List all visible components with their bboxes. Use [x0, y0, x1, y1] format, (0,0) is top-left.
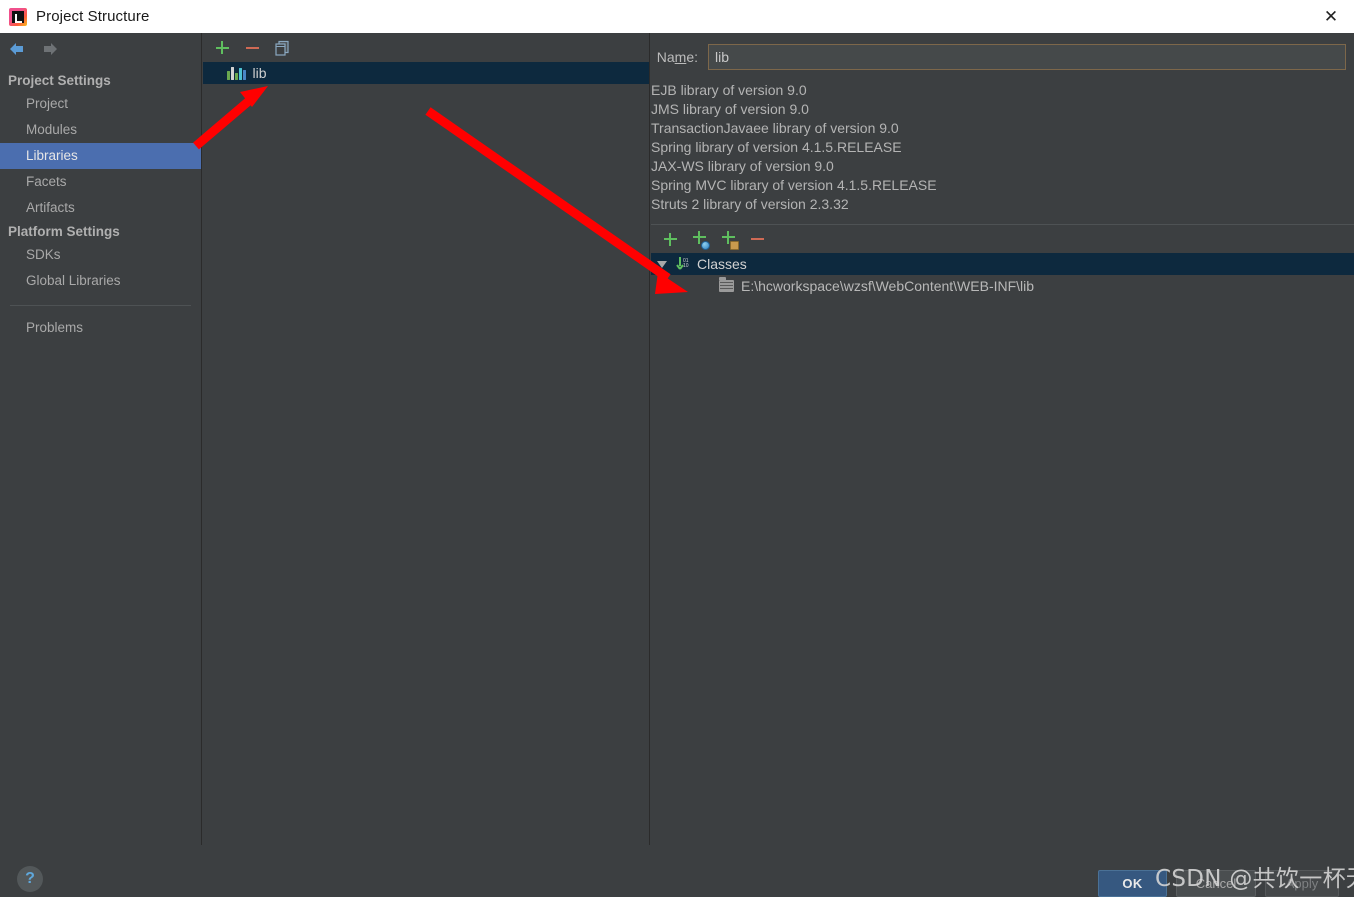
title-bar: Project Structure ✕	[0, 0, 1354, 33]
chevron-down-icon[interactable]	[657, 260, 667, 268]
library-description: JMS library of version 9.0	[651, 101, 809, 117]
name-label: Name:	[656, 48, 698, 65]
roots-toolbar	[651, 225, 1354, 253]
libraries-list-panel: lib	[203, 33, 650, 845]
library-description: Spring MVC library of version 4.1.5.RELE…	[651, 177, 937, 193]
name-field-row: Name:	[651, 39, 1354, 74]
sidebar-item-sdks[interactable]: SDKs	[0, 242, 201, 268]
library-description: TransactionJavaee library of version 9.0	[651, 120, 899, 136]
ok-button[interactable]: OK	[1098, 870, 1167, 897]
sidebar-item-project[interactable]: Project	[0, 91, 201, 117]
svg-text:10: 10	[683, 263, 689, 269]
apply-button[interactable]: Apply	[1265, 870, 1339, 897]
list-item-label: lib	[252, 65, 267, 81]
tree-node-label: Classes	[697, 256, 747, 272]
sidebar-item-modules[interactable]: Modules	[0, 117, 201, 143]
sidebar-item-problems[interactable]: Problems	[0, 315, 201, 341]
library-description: JAX-WS library of version 9.0	[651, 158, 834, 174]
library-description: Spring library of version 4.1.5.RELEASE	[651, 139, 902, 155]
archive-icon	[730, 241, 739, 250]
tree-node-path-label: E:\hcworkspace\wzsf\WebContent\WEB-INF\l…	[741, 278, 1035, 294]
cancel-button[interactable]: Cancel	[1176, 870, 1256, 897]
folder-icon	[719, 277, 734, 292]
sidebar: Project Settings Project Modules Librari…	[0, 33, 202, 845]
sidebar-group-platform-settings: Platform Settings	[8, 224, 120, 239]
library-editor-panel: Name: EJB library of version 9.0 JMS lib…	[651, 33, 1354, 845]
back-arrow-icon[interactable]	[7, 41, 27, 57]
library-roots-tree: 01 10 Classes E:\hcworkspace\wzsf\WebCon…	[651, 253, 1354, 297]
name-input[interactable]	[708, 43, 1346, 70]
list-item[interactable]: lib	[203, 62, 649, 84]
sidebar-item-artifacts[interactable]: Artifacts	[0, 195, 201, 221]
tree-node-path[interactable]: E:\hcworkspace\wzsf\WebContent\WEB-INF\l…	[651, 275, 1354, 297]
close-icon[interactable]: ✕	[1308, 0, 1354, 33]
help-button[interactable]: ?	[17, 866, 43, 892]
attach-jar-directories-button[interactable]	[718, 229, 739, 250]
add-root-from-url-button[interactable]	[689, 229, 710, 250]
window-title: Project Structure	[36, 8, 150, 25]
forward-arrow-icon[interactable]	[40, 41, 60, 57]
globe-icon	[701, 241, 710, 250]
sidebar-item-global-libraries[interactable]: Global Libraries	[0, 268, 201, 294]
tree-node-classes[interactable]: 01 10 Classes	[651, 253, 1354, 275]
library-description: Struts 2 library of version 2.3.32	[651, 196, 849, 212]
remove-root-button[interactable]	[747, 229, 767, 249]
library-descriptions-list: EJB library of version 9.0 JMS library o…	[651, 74, 1354, 220]
sidebar-divider	[10, 305, 191, 306]
dialog-footer: ? OK Cancel Apply	[0, 846, 1354, 897]
remove-library-button[interactable]	[242, 38, 262, 58]
intellij-idea-icon	[9, 7, 27, 26]
sidebar-list: Project Settings Project Modules Librari…	[0, 64, 201, 341]
sidebar-item-facets[interactable]: Facets	[0, 169, 201, 195]
add-root-button[interactable]	[660, 229, 680, 249]
library-icon	[227, 66, 246, 80]
sidebar-group-project-settings: Project Settings	[8, 73, 111, 88]
libraries-toolbar	[203, 33, 649, 62]
library-description: EJB library of version 9.0	[651, 82, 807, 98]
copy-library-button[interactable]	[272, 38, 292, 58]
navigation-arrows	[0, 33, 201, 64]
classes-icon: 01 10	[675, 256, 691, 272]
add-library-button[interactable]	[212, 38, 232, 58]
sidebar-item-libraries[interactable]: Libraries	[0, 143, 201, 169]
